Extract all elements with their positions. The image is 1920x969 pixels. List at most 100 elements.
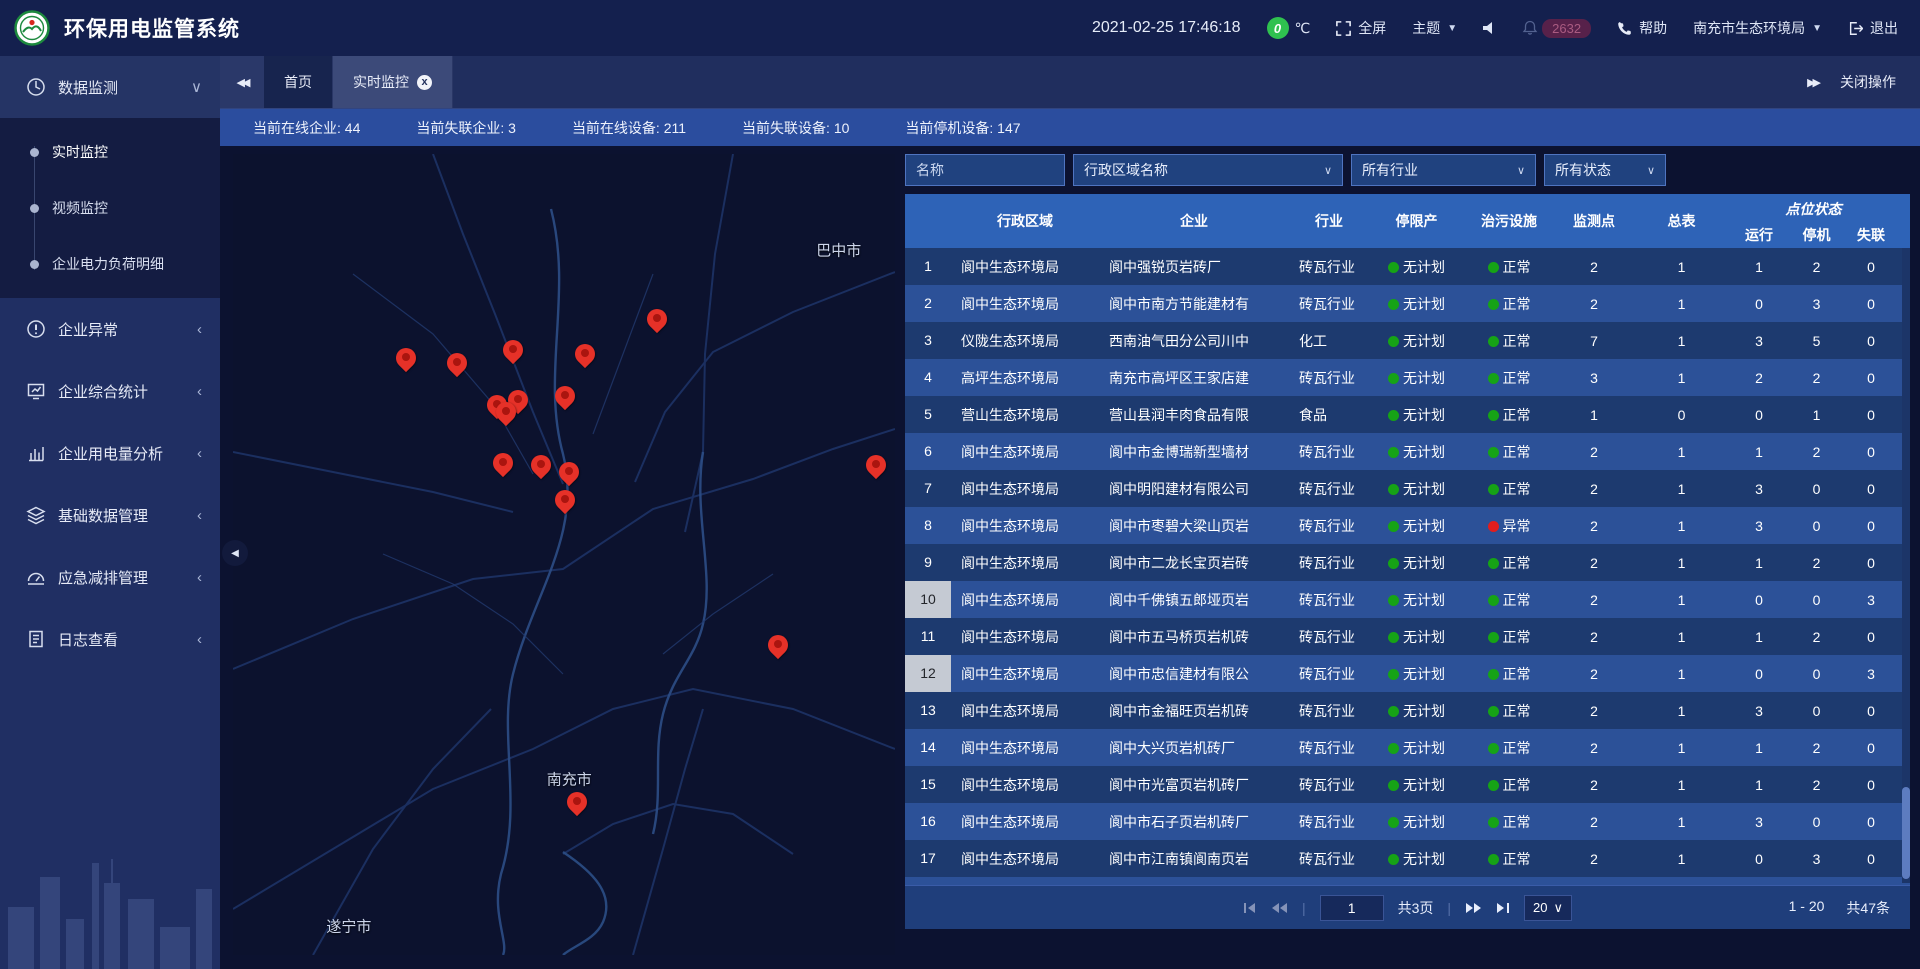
- org-menu[interactable]: 南充市生态环境局 ▼: [1693, 18, 1822, 38]
- industry-select[interactable]: 所有行业 ∨: [1351, 154, 1536, 186]
- cell-facility-status: 正常: [1464, 331, 1554, 351]
- table-row[interactable]: 11阆中生态环境局阆中市五马桥页岩机砖砖瓦行业无计划正常21120: [905, 618, 1910, 655]
- map-pin-icon[interactable]: [768, 635, 788, 655]
- table-row[interactable]: 13阆中生态环境局阆中市金福旺页岩机砖砖瓦行业无计划正常21300: [905, 692, 1910, 729]
- help-button[interactable]: 帮助: [1617, 18, 1667, 38]
- sidebar-item-2[interactable]: 企业综合统计‹: [0, 360, 220, 422]
- stat-item-2: 当前在线设备: 211: [572, 118, 686, 138]
- page-number-input[interactable]: [1320, 895, 1384, 921]
- table-row[interactable]: 17阆中生态环境局阆中市江南镇阆南页岩砖瓦行业无计划正常21030: [905, 840, 1910, 877]
- table-row[interactable]: 18南部生态环境局南部县双华山砖有限公砖瓦行业无计划正常60060: [905, 877, 1910, 885]
- table-row[interactable]: 10阆中生态环境局阆中千佛镇五郎垭页岩砖瓦行业无计划正常21003: [905, 581, 1910, 618]
- last-page-button[interactable]: [1496, 902, 1510, 914]
- tab-0[interactable]: 首页: [264, 56, 333, 108]
- page-size-value: 20: [1533, 900, 1547, 915]
- sidebar-item-4[interactable]: 基础数据管理‹: [0, 484, 220, 546]
- region-select-value: 行政区域名称: [1084, 160, 1168, 180]
- sidebar-item-1[interactable]: 企业异常‹: [0, 298, 220, 360]
- cell-region: 高坪生态环境局: [951, 368, 1099, 388]
- table-row[interactable]: 7阆中生态环境局阆中明阳建材有限公司砖瓦行业无计划正常21300: [905, 470, 1910, 507]
- table-row[interactable]: 6阆中生态环境局阆中市金博瑞新型墙材砖瓦行业无计划正常21120: [905, 433, 1910, 470]
- cell-region: 阆中生态环境局: [951, 479, 1099, 499]
- cell-monitor-count: 3: [1554, 370, 1634, 386]
- page-size-select[interactable]: 20 ∨: [1524, 895, 1572, 921]
- previous-page-button[interactable]: [1271, 902, 1288, 914]
- cell-meter-count: 1: [1634, 629, 1729, 645]
- enterprise-alert-icon: [26, 319, 46, 339]
- cell-lost-count: 0: [1844, 518, 1898, 534]
- sidebar-item-0[interactable]: 数据监测∨: [0, 56, 220, 118]
- map-pin-icon[interactable]: [396, 348, 416, 368]
- cell-lost-count: 0: [1844, 259, 1898, 275]
- table-row[interactable]: 15阆中生态环境局阆中市光富页岩机砖厂砖瓦行业无计划正常21120: [905, 766, 1910, 803]
- region-select[interactable]: 行政区域名称 ∨: [1073, 154, 1343, 186]
- stat-item-1: 当前失联企业: 3: [416, 118, 516, 138]
- theme-menu[interactable]: 主题 ▼: [1412, 18, 1457, 38]
- map-pin-icon[interactable]: [567, 792, 587, 812]
- sidebar-subitem-0-1[interactable]: 视频监控: [0, 180, 220, 236]
- sidebar-item-6[interactable]: 日志查看‹: [0, 608, 220, 670]
- map-pin-icon[interactable]: [555, 490, 575, 510]
- close-icon[interactable]: x: [417, 75, 432, 90]
- row-index: 13: [905, 692, 951, 729]
- sidebar-subitem-0-2[interactable]: 企业电力负荷明细: [0, 236, 220, 292]
- name-filter-input[interactable]: [905, 154, 1065, 186]
- cell-stopped-count: 2: [1789, 777, 1844, 793]
- speaker-button[interactable]: [1483, 21, 1496, 35]
- first-page-button[interactable]: [1243, 902, 1257, 914]
- table-row[interactable]: 8阆中生态环境局阆中市枣碧大梁山页岩砖瓦行业无计划异常21300: [905, 507, 1910, 544]
- cell-company: 南充市高坪区王家店建: [1099, 368, 1289, 388]
- status-dot-icon: [1488, 780, 1499, 791]
- sidebar-item-label: 应急减排管理: [58, 567, 197, 588]
- tabs-scroll-left-icon[interactable]: ◀◀: [220, 56, 264, 108]
- map-collapse-button[interactable]: ◀: [222, 540, 248, 566]
- status-dot-icon: [1488, 817, 1499, 828]
- logout-button[interactable]: 退出: [1848, 18, 1898, 38]
- table-row[interactable]: 1阆中生态环境局阆中强锐页岩砖厂砖瓦行业无计划正常21120: [905, 248, 1910, 285]
- table-row[interactable]: 2阆中生态环境局阆中市南方节能建材有砖瓦行业无计划正常21030: [905, 285, 1910, 322]
- table-row[interactable]: 12阆中生态环境局阆中市忠信建材有限公砖瓦行业无计划正常21003: [905, 655, 1910, 692]
- sidebar-subitem-0-0[interactable]: 实时监控: [0, 124, 220, 180]
- table-row[interactable]: 4高坪生态环境局南充市高坪区王家店建砖瓦行业无计划正常31220: [905, 359, 1910, 396]
- col-lost: 失联: [1844, 225, 1898, 245]
- notifications-button[interactable]: 2632: [1522, 19, 1591, 38]
- row-index: 16: [905, 803, 951, 840]
- map-pin-icon[interactable]: [555, 386, 575, 406]
- close-operations-button[interactable]: 关闭操作: [1840, 72, 1896, 92]
- cell-meter-count: 1: [1634, 370, 1729, 386]
- sidebar-item-5[interactable]: 应急减排管理‹: [0, 546, 220, 608]
- map-pin-icon[interactable]: [496, 402, 516, 422]
- map-panel[interactable]: 巴中市南充市遂宁市 ◀: [233, 154, 895, 955]
- total-pages-label: 共3页: [1398, 898, 1434, 918]
- cell-limit-status: 无计划: [1369, 849, 1464, 869]
- map-pin-icon[interactable]: [503, 340, 523, 360]
- cell-running-count: 1: [1729, 777, 1789, 793]
- status-select[interactable]: 所有状态 ∨: [1544, 154, 1666, 186]
- scrollbar-thumb[interactable]: [1902, 787, 1910, 879]
- table-row[interactable]: 9阆中生态环境局阆中市二龙长宝页岩砖砖瓦行业无计划正常21120: [905, 544, 1910, 581]
- status-dot-icon: [1488, 299, 1499, 310]
- sidebar-subitem-label: 企业电力负荷明细: [52, 254, 164, 274]
- map-pin-icon[interactable]: [493, 453, 513, 473]
- cell-monitor-count: 2: [1554, 629, 1634, 645]
- map-pin-icon[interactable]: [559, 462, 579, 482]
- status-dot-icon: [1388, 447, 1399, 458]
- table-row[interactable]: 3仪陇生态环境局西南油气田分公司川中化工无计划正常71350: [905, 322, 1910, 359]
- table-row[interactable]: 14阆中生态环境局阆中大兴页岩机砖厂砖瓦行业无计划正常21120: [905, 729, 1910, 766]
- next-page-button[interactable]: [1465, 902, 1482, 914]
- map-pin-icon[interactable]: [531, 455, 551, 475]
- tab-1[interactable]: 实时监控x: [333, 56, 453, 108]
- table-row[interactable]: 16阆中生态环境局阆中市石子页岩机砖厂砖瓦行业无计划正常21300: [905, 803, 1910, 840]
- map-pin-icon[interactable]: [647, 309, 667, 329]
- map-pin-icon[interactable]: [447, 353, 467, 373]
- table-row[interactable]: 5营山生态环境局营山县润丰肉食品有限食品无计划正常10010: [905, 396, 1910, 433]
- power-analysis-icon: [26, 443, 46, 463]
- tabs-scroll-right-icon[interactable]: ▶▶: [1807, 76, 1818, 89]
- table-scrollbar[interactable]: [1902, 248, 1910, 883]
- col-stopped: 停机: [1789, 225, 1844, 245]
- sidebar-item-3[interactable]: 企业用电量分析‹: [0, 422, 220, 484]
- map-pin-icon[interactable]: [866, 455, 886, 475]
- map-pin-icon[interactable]: [575, 344, 595, 364]
- cell-company: 阆中千佛镇五郎垭页岩: [1099, 590, 1289, 610]
- fullscreen-button[interactable]: 全屏: [1336, 18, 1386, 38]
